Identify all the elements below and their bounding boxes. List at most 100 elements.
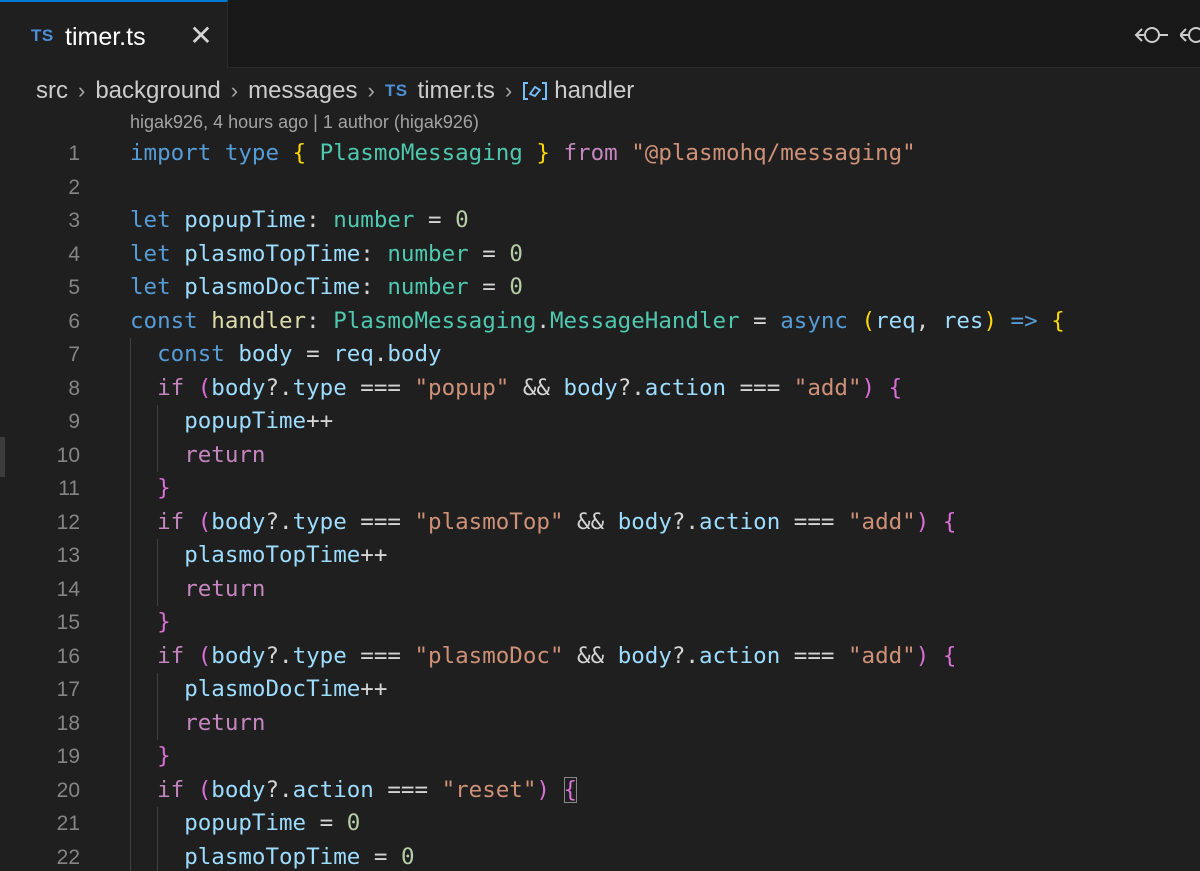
code-token: number [387, 240, 469, 267]
code-token: ?. [265, 374, 293, 401]
line-number: 15 [56, 611, 80, 634]
code-token: plasmoDocTime [184, 274, 361, 300]
indent-guide [130, 639, 131, 673]
code-line[interactable]: 4 let plasmoTopTime: number = 0 [0, 238, 1200, 272]
code-token: action [698, 508, 781, 535]
indent-guide [130, 438, 131, 472]
breadcrumb-item-src[interactable]: src [36, 77, 68, 105]
line-number: 3 [68, 209, 80, 232]
code-text: let popupTime: number = 0 [130, 204, 469, 238]
code-token: body [211, 508, 266, 535]
code-line[interactable]: 9 popupTime++ [0, 405, 1200, 439]
line-number: 6 [68, 309, 80, 333]
code-token: return [184, 575, 266, 602]
code-token: import [130, 140, 212, 166]
code-line[interactable]: 8 if (body?.type === "popup" && body?.act… [0, 371, 1200, 405]
breadcrumb-item-messages[interactable]: messages [248, 77, 357, 105]
code-token: = [360, 843, 401, 870]
code-text: import type { PlasmoMessaging } from "@p… [130, 137, 916, 171]
indent-guide [130, 706, 131, 740]
code-token: ( [197, 374, 212, 401]
git-compare-icon[interactable] [1132, 20, 1172, 50]
indent-guide [130, 740, 131, 774]
code-token: body [211, 642, 266, 669]
code-line[interactable]: 3 let popupTime: number = 0 [0, 204, 1200, 238]
code-line[interactable]: 10 return [0, 438, 1200, 473]
code-text: const body = req.body [157, 338, 441, 372]
code-token: , [915, 307, 943, 334]
code-line[interactable]: 16 if (body?.type === "plasmoDoc" && body… [0, 639, 1200, 673]
code-token: ) [536, 776, 550, 803]
code-token: { [942, 508, 957, 535]
code-token: let [130, 274, 171, 300]
line-number: 9 [68, 410, 80, 433]
code-token: ) [861, 374, 876, 401]
code-token: { [942, 642, 957, 669]
code-line[interactable]: 15} [0, 606, 1200, 640]
close-icon[interactable]: ✕ [186, 21, 216, 51]
code-text: } [157, 606, 171, 640]
code-line[interactable]: 1 import type { PlasmoMessaging } from "@… [0, 137, 1200, 171]
code-line[interactable]: 11} [0, 472, 1200, 506]
code-token: ( [861, 307, 876, 334]
code-token: plasmoTopTime [184, 843, 361, 870]
code-token: 0 [455, 207, 469, 233]
code-token: action [698, 642, 781, 669]
code-token: ++ [306, 408, 334, 434]
code-line[interactable]: 14 return [0, 572, 1200, 606]
code-line[interactable]: 21 popupTime = 0 [0, 807, 1200, 841]
code-line[interactable]: 13 plasmoTopTime++ [0, 539, 1200, 573]
line-number: 12 [56, 510, 80, 534]
code-token: ++ [360, 676, 388, 702]
git-compare-icon[interactable] [1180, 20, 1200, 50]
line-number: 10 [56, 443, 80, 467]
chevron-right-icon: › [367, 78, 375, 103]
code-line[interactable]: 19} [0, 740, 1200, 774]
editor-window: TS timer.ts ✕ src › background › message… [0, 0, 1200, 871]
code-line[interactable]: 7 const body = req.body [0, 338, 1200, 372]
indent-guide [130, 606, 131, 640]
code-editor[interactable]: 1 import type { PlasmoMessaging } from "@… [0, 137, 1200, 871]
breadcrumb-item-background[interactable]: background [95, 77, 220, 105]
code-token: ) [915, 508, 930, 535]
code-line[interactable]: 5 let plasmoDocTime: number = 0 [0, 271, 1200, 305]
chevron-right-icon: › [78, 78, 86, 103]
code-token: type [224, 140, 280, 166]
indent-guide [157, 438, 159, 472]
tab-timer-ts[interactable]: TS timer.ts ✕ [0, 0, 228, 68]
code-line[interactable]: 12 if (body?.type === "plasmoTop" && body… [0, 505, 1200, 539]
breadcrumb-item-handler[interactable]: handler [554, 77, 634, 105]
git-blame-annotation[interactable]: higak926, 4 hours ago | 1 author (higak9… [130, 112, 479, 133]
code-token: plasmoTopTime [184, 542, 361, 568]
code-text: return [184, 439, 265, 473]
line-number: 16 [56, 644, 80, 668]
code-token: type [292, 642, 347, 669]
indent-guide [157, 807, 159, 841]
code-token: : [360, 274, 388, 300]
code-text: plasmoDocTime++ [184, 673, 387, 707]
code-token: : [306, 307, 334, 334]
indent-guide [130, 673, 131, 707]
code-token: "reset" [441, 776, 537, 803]
code-line[interactable]: 2 [0, 171, 1200, 205]
indent-guide [130, 572, 131, 606]
code-token: = [306, 810, 347, 836]
line-number: 4 [68, 242, 80, 266]
code-token: body [387, 341, 442, 367]
line-number: 18 [56, 711, 80, 735]
code-token: { [292, 140, 307, 166]
code-line[interactable]: 22 plasmoTopTime = 0 [0, 840, 1200, 871]
code-line[interactable]: 17 plasmoDocTime++ [0, 673, 1200, 707]
code-line[interactable]: 6 const handler: PlasmoMessaging.MessageH… [0, 305, 1200, 339]
breadcrumb-item-file[interactable]: timer.ts [418, 77, 495, 105]
code-line[interactable]: 20 if (body?.action === "reset") { [0, 773, 1200, 807]
code-token: "add" [847, 508, 916, 535]
code-line[interactable]: 18 return [0, 706, 1200, 740]
